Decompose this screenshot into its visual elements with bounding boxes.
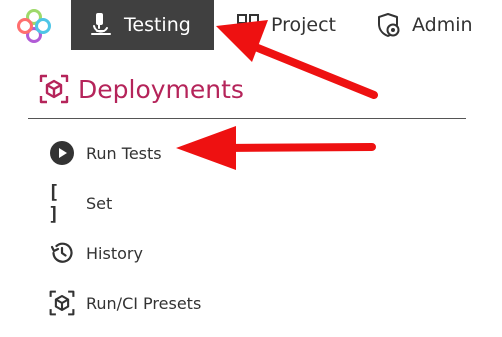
deployment-cube-icon (38, 73, 70, 105)
nav-tab-label: Testing (124, 14, 191, 36)
menu-item-run-tests[interactable]: Run Tests (48, 128, 468, 178)
section-title-text: Deployments (78, 74, 244, 104)
top-navigation-bar: Testing Project Admin (0, 0, 502, 50)
menu-item-label: Run/CI Presets (86, 293, 202, 313)
microscope-icon (88, 12, 114, 38)
menu-item-history[interactable]: History (48, 228, 468, 278)
preset-cube-icon (48, 289, 76, 317)
app-logo-icon[interactable] (14, 6, 54, 46)
shield-gear-icon (376, 12, 402, 38)
play-circle-icon (48, 139, 76, 167)
menu-item-set[interactable]: [ ] Set (48, 178, 468, 228)
nav-tab-project[interactable]: Project (235, 0, 336, 50)
brackets-icon: [ ] (48, 181, 59, 225)
deployments-menu: Run Tests [ ] Set History Run/CI Presets (48, 128, 468, 328)
section-divider (28, 118, 466, 119)
menu-item-label: Set (86, 193, 113, 213)
history-icon (48, 239, 76, 267)
nav-tab-testing[interactable]: Testing (71, 0, 214, 50)
menu-item-run-ci-presets[interactable]: Run/CI Presets (48, 278, 468, 328)
grid-icon (235, 12, 261, 38)
nav-tab-label: Project (271, 14, 337, 36)
menu-item-label: History (86, 243, 143, 263)
section-title-deployments: Deployments (38, 73, 244, 105)
nav-tab-label: Admin (412, 14, 473, 36)
menu-item-label: Run Tests (86, 143, 162, 163)
nav-tab-admin[interactable]: Admin (376, 0, 473, 50)
